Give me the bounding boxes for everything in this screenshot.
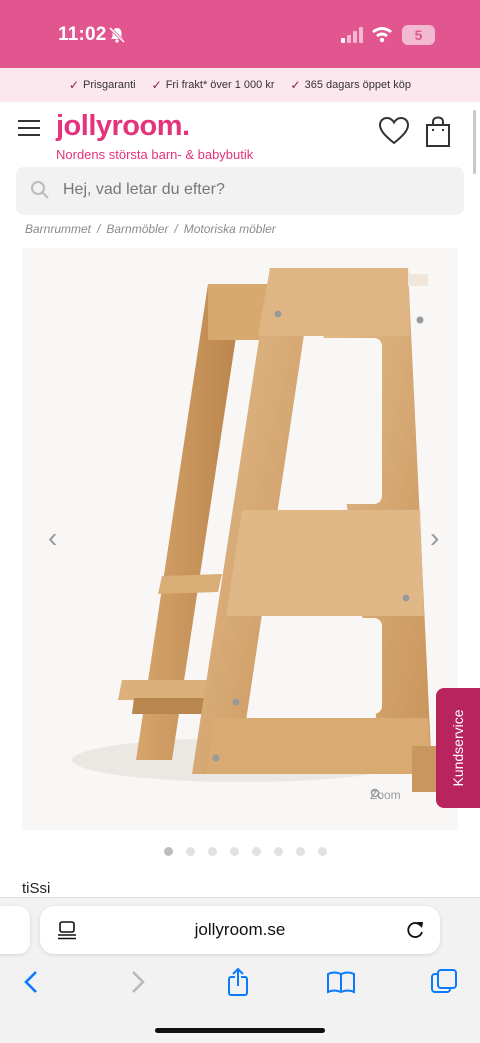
check-icon: ✓ xyxy=(68,78,80,92)
breadcrumb: Barnrummet / Barnmöbler / Motoriska möbl… xyxy=(25,222,276,236)
pagination-dot[interactable] xyxy=(252,847,261,856)
pagination-dot[interactable] xyxy=(318,847,327,856)
search-placeholder: Hej, vad letar du efter? xyxy=(63,181,225,198)
usp-item: ✓ 365 dagars öppet köp xyxy=(291,78,411,92)
usp-label: Prisgaranti xyxy=(83,79,136,91)
product-brand[interactable]: tiSsi xyxy=(22,880,50,897)
tabs-icon[interactable] xyxy=(428,966,460,998)
url-text: jollyroom.se xyxy=(194,920,286,939)
breadcrumb-item[interactable]: Barnrummet xyxy=(25,222,91,236)
search-icon xyxy=(31,181,49,199)
pagination-dot[interactable] xyxy=(208,847,217,856)
pagination-dot[interactable] xyxy=(230,847,239,856)
share-icon[interactable] xyxy=(222,966,254,998)
breadcrumb-item[interactable]: Motoriska möbler xyxy=(184,222,276,236)
scrollbar-thumb[interactable] xyxy=(473,110,476,174)
gallery-pagination xyxy=(164,847,327,856)
ios-status-bar: 11:02 5 xyxy=(0,0,480,68)
search-field[interactable]: Hej, vad letar du efter? xyxy=(16,167,464,215)
battery-indicator: 5 xyxy=(402,25,435,45)
pagination-dot[interactable] xyxy=(186,847,195,856)
usp-item: ✓ Fri frakt* över 1 000 kr xyxy=(152,78,275,92)
bell-muted-icon xyxy=(108,26,126,44)
chevron-left-icon[interactable] xyxy=(16,966,48,998)
chevron-right-icon[interactable] xyxy=(121,966,153,998)
site-logo[interactable]: jollyroom. xyxy=(56,110,190,143)
usp-label: Fri frakt* över 1 000 kr xyxy=(165,79,275,91)
product-image-gallery[interactable]: ‹ › Zoom xyxy=(22,248,458,830)
signal-icon xyxy=(341,27,363,43)
usp-label: 365 dagars öppet köp xyxy=(304,79,411,91)
pagination-dot[interactable] xyxy=(296,847,305,856)
gallery-prev-icon[interactable]: ‹ xyxy=(48,522,57,554)
address-bar[interactable]: jollyroom.se xyxy=(40,906,440,954)
book-icon[interactable] xyxy=(325,966,357,998)
check-icon: ✓ xyxy=(290,78,301,92)
previous-tab-preview[interactable] xyxy=(0,906,30,954)
pagination-dot[interactable] xyxy=(164,847,173,856)
zoom-control[interactable]: Zoom xyxy=(370,788,401,802)
breadcrumb-item[interactable]: Barnmöbler xyxy=(106,222,168,236)
pagination-dot[interactable] xyxy=(274,847,283,856)
usp-item: ✓ Prisgaranti xyxy=(69,78,136,92)
breadcrumb-separator: / xyxy=(174,222,178,236)
reload-icon[interactable] xyxy=(404,919,426,941)
status-time: 11:02 xyxy=(58,24,107,45)
product-image xyxy=(72,268,436,792)
hamburger-icon[interactable] xyxy=(18,120,40,138)
shopping-bag-icon[interactable] xyxy=(425,116,451,148)
customer-service-tab[interactable]: Kundservice xyxy=(436,688,480,808)
home-indicator[interactable] xyxy=(155,1028,325,1033)
wifi-icon xyxy=(372,27,392,43)
heart-icon[interactable] xyxy=(378,116,410,146)
site-tagline: Nordens största barn- & babybutik xyxy=(56,147,254,162)
zoom-icon xyxy=(370,788,382,800)
gallery-next-icon[interactable]: › xyxy=(430,522,439,554)
customer-service-label: Kundservice xyxy=(450,709,466,787)
breadcrumb-separator: / xyxy=(97,222,101,236)
usp-strip: ✓ Prisgaranti ✓ Fri frakt* över 1 000 kr… xyxy=(0,68,480,102)
check-icon: ✓ xyxy=(151,78,162,92)
